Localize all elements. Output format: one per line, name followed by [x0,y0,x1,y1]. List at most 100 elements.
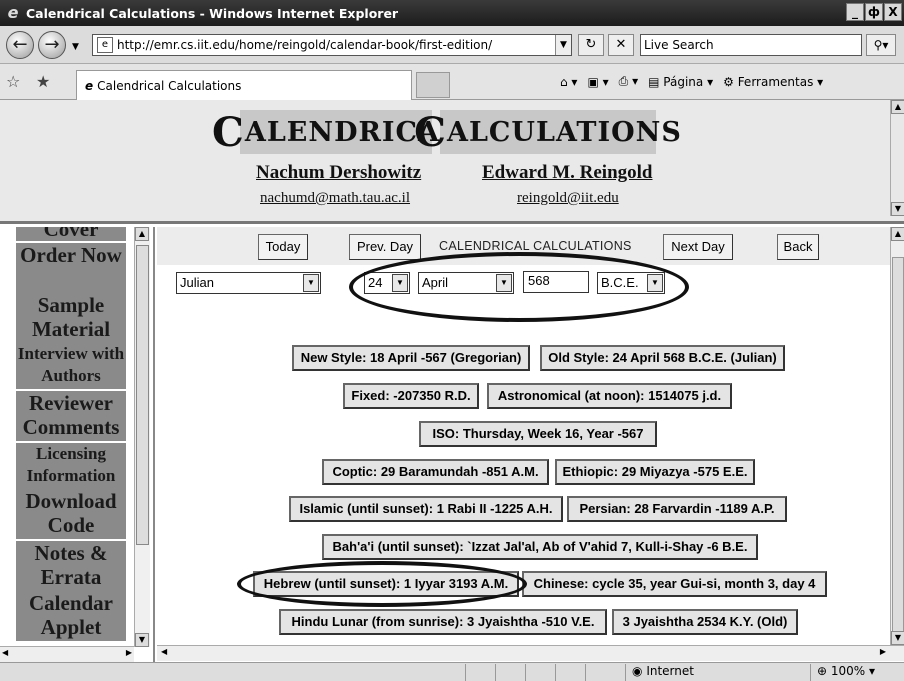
scroll-down-icon[interactable]: ▼ [891,202,904,216]
tools-menu[interactable]: ⚙ Ferramentas ▾ [723,75,823,89]
logo-calculations: C ALCULATIONS [414,109,681,156]
email-link-reingold[interactable]: reingold@iit.edu [517,190,619,207]
back-arrow-icon[interactable]: ← [6,31,34,59]
result-kali-yuga[interactable]: 3 Jyaishtha 2534 K.Y. (Old) [612,609,798,635]
main-scroll-thumb[interactable] [892,257,904,637]
result-hebrew[interactable]: Hebrew (until sunset): 1 Iyyar 3193 A.M. [253,571,519,597]
sidebar-item-cover[interactable]: Cover [16,227,126,241]
main-scroll-down-icon[interactable]: ▼ [891,631,904,645]
sidebar-item-calendar-applet[interactable]: Calendar Applet [16,591,126,641]
chevron-down-icon: ▼ [303,274,319,292]
refresh-icon[interactable]: ↻ [578,34,604,56]
sidebar-hscrollbar[interactable]: ◀ ▶ [0,646,134,662]
search-icon[interactable]: ⚲▾ [866,34,896,56]
scroll-up-icon[interactable]: ▲ [891,100,904,114]
address-dropdown-icon[interactable]: ▼ [555,35,571,55]
sidebar-item-interview[interactable]: Interview with Authors [16,343,126,389]
result-astronomical[interactable]: Astronomical (at noon): 1514075 j.d. [487,383,732,409]
sidebar-item-licensing[interactable]: Licensing Information [16,443,126,489]
author-link-dershowitz[interactable]: Nachum Dershowitz [256,162,421,184]
prev-day-button[interactable]: Prev. Day [349,234,421,260]
page-menu[interactable]: ▤ Página ▾ [648,75,713,89]
sidebar-scroll-thumb[interactable] [136,245,149,545]
window-controls: _ ф X [846,3,902,21]
minimize-button[interactable]: _ [846,3,864,21]
era-select[interactable]: B.C.E. ▼ [597,272,665,294]
main-scroll-right-icon[interactable]: ▶ [880,647,886,656]
gear-icon: ⚙ [723,74,734,89]
status-bar: ◉ Internet ⊕ 100% ▾ [0,662,904,681]
email-link-dershowitz[interactable]: nachumd@math.tau.ac.il [260,190,410,207]
sidebar-item-reviewer-comments[interactable]: Reviewer Comments [16,391,126,441]
tab-toolbar: ☆ ★ e Calendrical Calculations ⌂ ▾ ▣ ▾ ⎙… [0,64,904,100]
calendar-select[interactable]: Julian ▼ [176,272,321,294]
close-button[interactable]: X [884,3,902,21]
forward-arrow-icon[interactable]: → [38,31,66,59]
history-dropdown-icon[interactable]: ▼ [72,42,79,52]
security-zone[interactable]: ◉ Internet [625,664,805,681]
result-persian[interactable]: Persian: 28 Farvardin -1189 A.P. [567,496,787,522]
sidebar-item-sample-material[interactable]: Sample Material [16,293,126,343]
era-select-value: B.C.E. [601,275,639,290]
feeds-icon[interactable]: ▣ ▾ [587,75,608,89]
calendar-select-value: Julian [180,275,214,290]
back-button[interactable]: Back [777,234,819,260]
result-old-style[interactable]: Old Style: 24 April 568 B.C.E. (Julian) [540,345,785,371]
result-coptic[interactable]: Coptic: 29 Baramundah -851 A.M. [322,459,549,485]
main-hscrollbar[interactable]: ◀ ▶ [157,645,904,661]
chevron-down-icon: ▼ [496,274,512,292]
status-segment [585,664,615,681]
home-icon[interactable]: ⌂ ▾ [560,75,577,89]
address-field[interactable]: e http://emr.cs.iit.edu/home/reingold/ca… [92,34,572,56]
zoom-label: 100% [830,664,866,678]
main-scroll-left-icon[interactable]: ◀ [161,647,167,656]
zoom-dropdown-icon: ▾ [869,664,876,678]
year-field[interactable]: 568 [523,271,589,293]
center-label: CALENDRICAL CALCULATIONS [439,239,632,253]
month-select[interactable]: April ▼ [418,272,514,294]
result-ethiopic[interactable]: Ethiopic: 29 Miyazya -575 E.E. [555,459,755,485]
main-scrollbar[interactable]: ▲ ▼ [890,227,904,645]
sidebar-item-order-now[interactable]: Order Now [16,243,126,293]
restore-button[interactable]: ф [865,3,883,21]
logo-right-rest: ALCULATIONS [447,116,682,148]
result-hindu-lunar[interactable]: Hindu Lunar (from sunrise): 3 Jyaishtha … [279,609,607,635]
result-islamic[interactable]: Islamic (until sunset): 1 Rabi II -1225 … [289,496,563,522]
print-icon[interactable]: ⎙ ▾ [619,74,638,89]
add-favorite-icon[interactable]: ★ [36,72,50,91]
day-select[interactable]: 24 ▼ [364,272,410,294]
stop-icon[interactable]: ✕ [608,34,634,56]
main-scroll-up-icon[interactable]: ▲ [891,227,904,241]
sidebar-frame: Cover Order Now Sample Material Intervie… [0,227,155,662]
sidebar-item-download-code[interactable]: Download Code [16,489,126,539]
today-button[interactable]: Today [258,234,308,260]
main-frame: Today Prev. Day CALENDRICAL CALCULATIONS… [157,227,890,645]
result-fixed[interactable]: Fixed: -207350 R.D. [343,383,479,409]
result-bahai[interactable]: Bah'a'i (until sunset): `Izzat Jal'al, A… [322,534,758,560]
sidebar-scrollbar[interactable]: ▲ ▼ [134,227,150,647]
status-segment [525,664,555,681]
sidebar-scroll-left-icon[interactable]: ◀ [2,648,8,657]
zoom-control[interactable]: ⊕ 100% ▾ [810,664,904,681]
chevron-down-icon: ▼ [392,274,408,292]
favorites-star-icon[interactable]: ☆ [6,72,20,91]
logo-calendrical: C ALENDRICAL [212,109,459,156]
sidebar-scroll-down-icon[interactable]: ▼ [135,633,149,647]
tab-calendrical-calculations[interactable]: e Calendrical Calculations [76,70,412,100]
page-menu-icon: ▤ [648,74,660,89]
banner-scrollbar[interactable]: ▲ ▼ [890,100,904,216]
chevron-down-icon: ▼ [647,274,663,292]
sidebar-scroll-right-icon[interactable]: ▶ [126,648,132,657]
day-select-value: 24 [368,275,383,290]
result-iso[interactable]: ISO: Thursday, Week 16, Year -567 [419,421,657,447]
search-input[interactable]: Live Search [640,34,862,56]
command-bar: ⌂ ▾ ▣ ▾ ⎙ ▾ ▤ Página ▾ ⚙ Ferramentas ▾ [560,74,823,89]
next-day-button[interactable]: Next Day [663,234,733,260]
result-new-style[interactable]: New Style: 18 April -567 (Gregorian) [292,345,530,371]
sidebar-scroll-up-icon[interactable]: ▲ [135,227,149,241]
author-link-reingold[interactable]: Edward M. Reingold [482,162,653,184]
new-tab-button[interactable] [416,72,450,98]
result-chinese[interactable]: Chinese: cycle 35, year Gui-si, month 3,… [522,571,827,597]
address-toolbar: ← → ▼ e http://emr.cs.iit.edu/home/reing… [0,26,904,64]
sidebar-item-notes-errata[interactable]: Notes & Errata [16,541,126,591]
